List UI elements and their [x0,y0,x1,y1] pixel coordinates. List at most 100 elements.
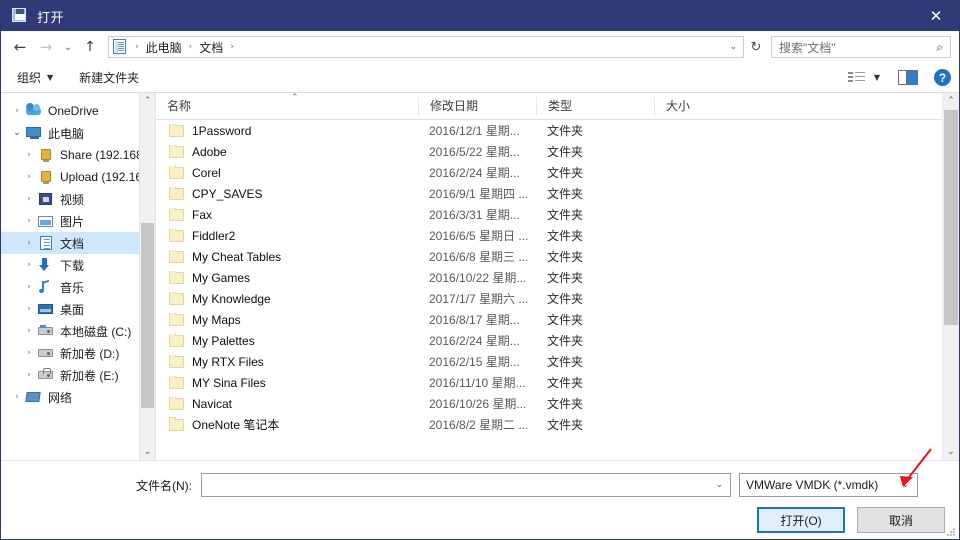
scroll-down-icon[interactable]: ⌄ [140,444,155,460]
table-row[interactable]: Fiddler2 2016/6/5 星期日 ... 文件夹 [156,225,942,246]
sidebar-item-5[interactable]: › 图片 [1,210,155,232]
refresh-icon[interactable]: ↻ [744,35,768,59]
chevron-right-icon[interactable]: › [21,282,37,292]
file-type-value: VMWare VMDK (*.vmdk) [746,478,879,492]
title-bar: 打开 ✕ [1,1,959,31]
chevron-right-icon[interactable]: › [21,304,37,314]
desktop-icon [37,301,55,317]
scroll-down-icon[interactable]: ⌄ [943,444,959,460]
breadcrumb-item-documents[interactable]: 文档 [196,39,226,56]
chevron-right-icon[interactable]: › [21,194,37,204]
cell-type: 文件夹 [547,229,584,243]
chevron-down-icon[interactable]: ⌄ [715,480,723,490]
cell-name: Fiddler2 [156,228,418,243]
window-title: 打开 [37,9,65,25]
preview-pane-icon[interactable] [898,70,918,85]
chevron-right-icon[interactable]: › [21,260,37,270]
column-header-type[interactable]: 类型 [536,96,654,116]
chevron-right-icon[interactable]: › [21,370,37,380]
table-row[interactable]: CPY_SAVES 2016/9/1 星期四 ... 文件夹 [156,183,942,204]
cell-name: My Knowledge [156,291,418,306]
resize-grip[interactable] [946,527,956,537]
scroll-up-icon[interactable]: ⌃ [943,93,959,109]
forward-button[interactable]: → [33,35,59,59]
back-button[interactable]: ← [7,35,33,59]
organize-button[interactable]: 组织 ▼ [17,69,53,86]
cell-date: 2016/6/8 星期三 ... [429,250,529,264]
scrollbar-thumb[interactable] [944,110,958,325]
folder-icon [169,375,184,389]
sidebar-item-10[interactable]: › 本地磁盘 (C:) [1,320,155,342]
chevron-down-icon[interactable]: ⌄ [729,42,737,52]
search-input[interactable]: 搜索"文档" [772,39,836,56]
sidebar-item-0[interactable]: › OneDrive [1,100,155,122]
scroll-up-icon[interactable]: ⌃ [140,93,155,109]
sidebar-item-7[interactable]: › 下载 [1,254,155,276]
videos-icon [37,191,55,207]
sidebar-scrollbar[interactable]: ⌃ ⌄ [139,93,155,460]
view-options-button[interactable]: ▼ [847,71,880,85]
cancel-button[interactable]: 取消 [857,507,945,533]
cell-type: 文件夹 [547,166,584,180]
sidebar-item-label: 桌面 [60,302,85,317]
table-row[interactable]: My Knowledge 2017/1/7 星期六 ... 文件夹 [156,288,942,309]
chevron-down-icon[interactable]: ⌄ [9,128,25,138]
table-row[interactable]: Fax 2016/3/31 星期... 文件夹 [156,204,942,225]
column-header-date[interactable]: 修改日期 [418,96,536,116]
chevron-right-icon[interactable]: › [21,238,37,248]
table-row[interactable]: My Palettes 2016/2/24 星期... 文件夹 [156,330,942,351]
table-row[interactable]: Adobe 2016/5/22 星期... 文件夹 [156,141,942,162]
cell-type: 文件夹 [547,187,584,201]
sidebar-item-label: 此电脑 [48,126,85,141]
table-row[interactable]: My Games 2016/10/22 星期... 文件夹 [156,267,942,288]
sidebar-item-3[interactable]: › Upload (192.16 [1,166,155,188]
table-row[interactable]: Corel 2016/2/24 星期... 文件夹 [156,162,942,183]
table-row[interactable]: 1Password 2016/12/1 星期... 文件夹 [156,120,942,141]
table-row[interactable]: Navicat 2016/10/26 星期... 文件夹 [156,393,942,414]
chevron-right-icon[interactable]: › [21,216,37,226]
chevron-right-icon[interactable]: › [21,348,37,358]
sidebar-item-9[interactable]: › 桌面 [1,298,155,320]
filename-input[interactable]: ⌄ [201,473,731,497]
sidebar-item-13[interactable]: › 网络 [1,386,155,408]
chevron-right-icon[interactable]: › [21,150,37,160]
help-icon[interactable]: ? [934,69,951,86]
sidebar-item-4[interactable]: › 视频 [1,188,155,210]
search-icon: ⌕ [936,39,943,54]
sidebar-item-2[interactable]: › Share (192.168 [1,144,155,166]
file-name: MY Sina Files [192,375,266,390]
search-box[interactable]: 搜索"文档" ⌕ [771,36,951,58]
new-folder-button[interactable]: 新建文件夹 [79,69,139,86]
sidebar-item-label: 音乐 [60,280,85,295]
sidebar-item-6[interactable]: › 文档 [1,232,155,254]
table-row[interactable]: My RTX Files 2016/2/15 星期... 文件夹 [156,351,942,372]
open-button[interactable]: 打开(O) [757,507,845,533]
pictures-icon [37,213,55,229]
column-header-size[interactable]: 大小 [654,96,744,116]
sidebar-item-12[interactable]: › 新加卷 (E:) [1,364,155,386]
recent-locations-button[interactable]: ⌄ [59,35,77,59]
file-type-dropdown[interactable]: VMWare VMDK (*.vmdk) ⌄ [739,473,918,497]
sidebar-item-1[interactable]: ⌄ 此电脑 [1,122,155,144]
column-header-name[interactable]: 名称 [156,97,418,116]
breadcrumb-item-this-pc[interactable]: 此电脑 [143,39,185,56]
chevron-right-icon[interactable]: › [9,106,25,116]
table-row[interactable]: MY Sina Files 2016/11/10 星期... 文件夹 [156,372,942,393]
open-file-dialog: 打开 ✕ ← → ⌄ ↑ › 此电脑 › 文档 › ⌄ ↻ 搜索"文档" ⌕ 组… [0,0,960,540]
sidebar-item-11[interactable]: › 新加卷 (D:) [1,342,155,364]
chevron-right-icon[interactable]: › [21,326,37,336]
table-row[interactable]: My Cheat Tables 2016/6/8 星期三 ... 文件夹 [156,246,942,267]
cell-name: My Palettes [156,333,418,348]
table-row[interactable]: OneNote 笔记本 2016/8/2 星期二 ... 文件夹 [156,414,942,435]
scrollbar-thumb[interactable] [141,223,154,408]
file-name: Corel [192,165,221,180]
close-icon[interactable]: ✕ [913,1,959,31]
table-row[interactable]: My Maps 2016/8/17 星期... 文件夹 [156,309,942,330]
chevron-down-icon[interactable]: ⌄ [901,480,909,490]
up-button[interactable]: ↑ [77,35,103,59]
sidebar-item-8[interactable]: › 音乐 [1,276,155,298]
address-bar[interactable]: › 此电脑 › 文档 › ⌄ [108,36,744,58]
chevron-right-icon[interactable]: › [21,172,37,182]
chevron-right-icon[interactable]: › [9,392,25,402]
file-list-scrollbar[interactable]: ⌃ ⌄ [942,93,959,460]
